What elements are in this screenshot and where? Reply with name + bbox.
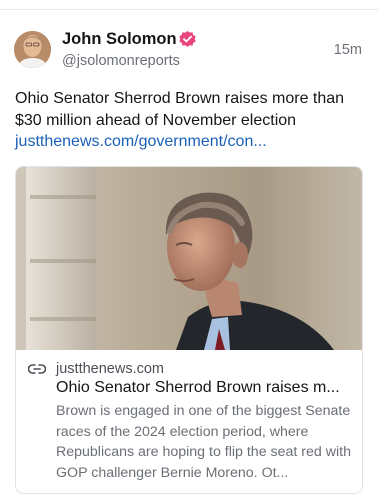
link-icon <box>28 364 46 374</box>
card-description: Brown is engaged in one of the biggest S… <box>56 403 351 481</box>
card-domain: justthenews.com <box>56 361 164 377</box>
sherrod-brown-photo[interactable] <box>16 167 362 350</box>
author-avatar[interactable] <box>14 31 51 68</box>
author-display-name[interactable]: John Solomon <box>62 30 177 49</box>
verified-badge-icon <box>179 30 196 47</box>
author-handle[interactable]: @jsolomonreports <box>62 53 180 69</box>
post-link[interactable]: justthenews.com/government/con... <box>15 131 267 153</box>
feed-divider <box>0 0 378 10</box>
post-timestamp[interactable]: 15m <box>334 42 362 58</box>
post-text: Ohio Senator Sherrod Brown raises more t… <box>15 90 345 129</box>
card-title[interactable]: Ohio Senator Sherrod Brown raises m... <box>56 379 352 397</box>
link-preview-card[interactable]: justthenews.com Ohio Senator Sherrod Bro… <box>15 166 363 494</box>
